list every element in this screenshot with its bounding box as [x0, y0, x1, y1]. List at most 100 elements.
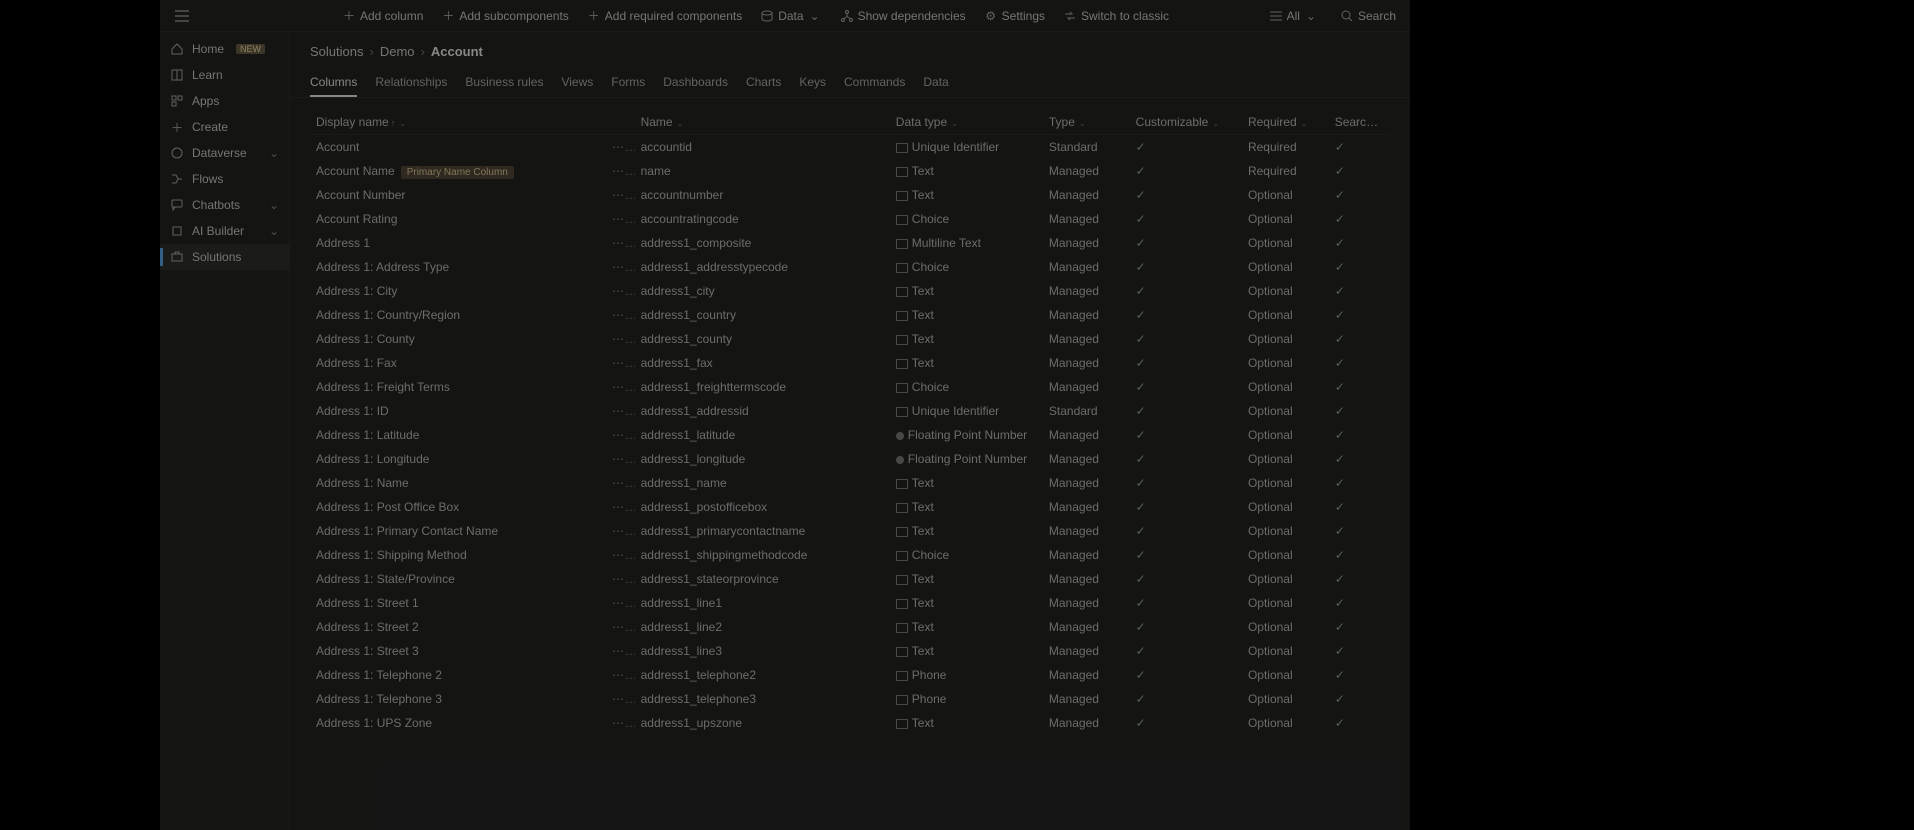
row-actions-button[interactable]: ⋯	[606, 231, 635, 255]
row-actions-button[interactable]: ⋯	[606, 351, 635, 375]
col-searchable[interactable]: Searcha...⌄	[1329, 110, 1390, 135]
tab-commands[interactable]: Commands	[844, 69, 905, 97]
nav-create[interactable]: ＋ Create	[160, 114, 289, 140]
table-row[interactable]: Address 1: State/Province⋯address1_state…	[310, 567, 1390, 591]
table-row[interactable]: Account Number⋯accountnumberTextManaged✓…	[310, 183, 1390, 207]
nav-chatbots[interactable]: Chatbots ⌄	[160, 192, 289, 218]
add-subcomponents-button[interactable]: ＋ Add subcomponents	[435, 5, 574, 27]
row-actions-button[interactable]: ⋯	[606, 183, 635, 207]
row-actions-button[interactable]: ⋯	[606, 207, 635, 231]
add-column-button[interactable]: ＋ Add column	[336, 5, 429, 27]
gear-icon: ⚙	[984, 9, 998, 23]
nav-apps[interactable]: Apps	[160, 88, 289, 114]
table-row[interactable]: Account Rating⋯accountratingcodeChoiceMa…	[310, 207, 1390, 231]
add-required-button[interactable]: ＋ Add required components	[581, 5, 748, 27]
cell-data-type: Floating Point Number	[890, 447, 1043, 471]
tab-data[interactable]: Data	[923, 69, 948, 97]
col-required[interactable]: Required⌄	[1242, 110, 1329, 135]
solutions-icon	[170, 250, 184, 264]
cell-searchable: ✓	[1329, 327, 1390, 351]
chevron-down-icon: ⌄	[1212, 119, 1219, 128]
table-row[interactable]: Address 1: Post Office Box⋯address1_post…	[310, 495, 1390, 519]
tab-dashboards[interactable]: Dashboards	[663, 69, 728, 97]
row-actions-button[interactable]: ⋯	[606, 615, 635, 639]
table-row[interactable]: Address 1: Street 1⋯address1_line1TextMa…	[310, 591, 1390, 615]
nav-ai-builder[interactable]: AI Builder ⌄	[160, 218, 289, 244]
row-actions-button[interactable]: ⋯	[606, 591, 635, 615]
check-icon: ✓	[1136, 596, 1146, 610]
cell-customizable: ✓	[1130, 303, 1242, 327]
row-actions-button[interactable]: ⋯	[606, 711, 635, 735]
tab-charts[interactable]: Charts	[746, 69, 781, 97]
row-actions-button[interactable]: ⋯	[606, 279, 635, 303]
table-row[interactable]: Address 1: City⋯address1_cityTextManaged…	[310, 279, 1390, 303]
row-actions-button[interactable]: ⋯	[606, 543, 635, 567]
table-row[interactable]: Address 1: Name⋯address1_nameTextManaged…	[310, 471, 1390, 495]
table-row[interactable]: Address 1: Longitude⋯address1_longitudeF…	[310, 447, 1390, 471]
nav-dataverse[interactable]: Dataverse ⌄	[160, 140, 289, 166]
nav-flows[interactable]: Flows	[160, 166, 289, 192]
tab-relationships[interactable]: Relationships	[375, 69, 447, 97]
table-row[interactable]: Address 1: Address Type⋯address1_address…	[310, 255, 1390, 279]
cell-display-name: Address 1: UPS Zone	[310, 711, 606, 735]
switch-classic-button[interactable]: Switch to classic	[1057, 5, 1175, 27]
hamburger-button[interactable]	[168, 2, 196, 30]
row-actions-button[interactable]: ⋯	[606, 423, 635, 447]
table-row[interactable]: Address 1: Street 3⋯address1_line3TextMa…	[310, 639, 1390, 663]
nav-solutions[interactable]: Solutions	[160, 244, 289, 270]
table-row[interactable]: Address 1: County⋯address1_countyTextMan…	[310, 327, 1390, 351]
nav-home[interactable]: Home NEW	[160, 36, 289, 62]
table-row[interactable]: Address 1: Telephone 2⋯address1_telephon…	[310, 663, 1390, 687]
table-row[interactable]: Address 1: ID⋯address1_addressidUnique I…	[310, 399, 1390, 423]
tab-business-rules[interactable]: Business rules	[465, 69, 543, 97]
table-row[interactable]: Address 1: UPS Zone⋯address1_upszoneText…	[310, 711, 1390, 735]
table-row[interactable]: Account NamePrimary Name Column⋯nameText…	[310, 159, 1390, 183]
col-customizable[interactable]: Customizable⌄	[1130, 110, 1242, 135]
data-button[interactable]: Data ⌄	[754, 5, 827, 27]
row-actions-button[interactable]: ⋯	[606, 471, 635, 495]
cell-name: address1_line1	[635, 591, 890, 615]
row-actions-button[interactable]: ⋯	[606, 135, 635, 160]
tab-forms[interactable]: Forms	[611, 69, 645, 97]
show-dependencies-button[interactable]: Show dependencies	[834, 5, 972, 27]
table-row[interactable]: Address 1: Freight Terms⋯address1_freigh…	[310, 375, 1390, 399]
search-button[interactable]: Search	[1334, 5, 1402, 27]
settings-button[interactable]: ⚙ Settings	[978, 5, 1051, 27]
table-row[interactable]: Account⋯accountidUnique IdentifierStanda…	[310, 135, 1390, 160]
row-actions-button[interactable]: ⋯	[606, 495, 635, 519]
row-actions-button[interactable]: ⋯	[606, 687, 635, 711]
cell-customizable: ✓	[1130, 135, 1242, 160]
row-actions-button[interactable]: ⋯	[606, 447, 635, 471]
tab-views[interactable]: Views	[561, 69, 593, 97]
col-type[interactable]: Type⌄	[1043, 110, 1130, 135]
col-display-name[interactable]: Display name↑⌄	[310, 110, 606, 135]
row-actions-button[interactable]: ⋯	[606, 663, 635, 687]
tab-columns[interactable]: Columns	[310, 69, 357, 97]
text-type-icon	[896, 575, 908, 585]
row-actions-button[interactable]: ⋯	[606, 303, 635, 327]
row-actions-button[interactable]: ⋯	[606, 159, 635, 183]
table-row[interactable]: Address 1⋯address1_compositeMultiline Te…	[310, 231, 1390, 255]
table-row[interactable]: Address 1: Primary Contact Name⋯address1…	[310, 519, 1390, 543]
table-row[interactable]: Address 1: Telephone 3⋯address1_telephon…	[310, 687, 1390, 711]
row-actions-button[interactable]: ⋯	[606, 567, 635, 591]
breadcrumb-demo[interactable]: Demo	[380, 44, 415, 59]
filter-all-button[interactable]: All ⌄	[1263, 5, 1324, 27]
nav-learn[interactable]: Learn	[160, 62, 289, 88]
row-actions-button[interactable]: ⋯	[606, 375, 635, 399]
table-row[interactable]: Address 1: Latitude⋯address1_latitudeFlo…	[310, 423, 1390, 447]
cell-searchable: ✓	[1329, 639, 1390, 663]
col-name[interactable]: Name⌄	[635, 110, 890, 135]
breadcrumb-solutions[interactable]: Solutions	[310, 44, 363, 59]
tab-keys[interactable]: Keys	[799, 69, 826, 97]
row-actions-button[interactable]: ⋯	[606, 255, 635, 279]
row-actions-button[interactable]: ⋯	[606, 399, 635, 423]
col-data-type[interactable]: Data type⌄	[890, 110, 1043, 135]
row-actions-button[interactable]: ⋯	[606, 327, 635, 351]
row-actions-button[interactable]: ⋯	[606, 639, 635, 663]
row-actions-button[interactable]: ⋯	[606, 519, 635, 543]
table-row[interactable]: Address 1: Street 2⋯address1_line2TextMa…	[310, 615, 1390, 639]
table-row[interactable]: Address 1: Country/Region⋯address1_count…	[310, 303, 1390, 327]
table-row[interactable]: Address 1: Fax⋯address1_faxTextManaged✓O…	[310, 351, 1390, 375]
table-row[interactable]: Address 1: Shipping Method⋯address1_ship…	[310, 543, 1390, 567]
